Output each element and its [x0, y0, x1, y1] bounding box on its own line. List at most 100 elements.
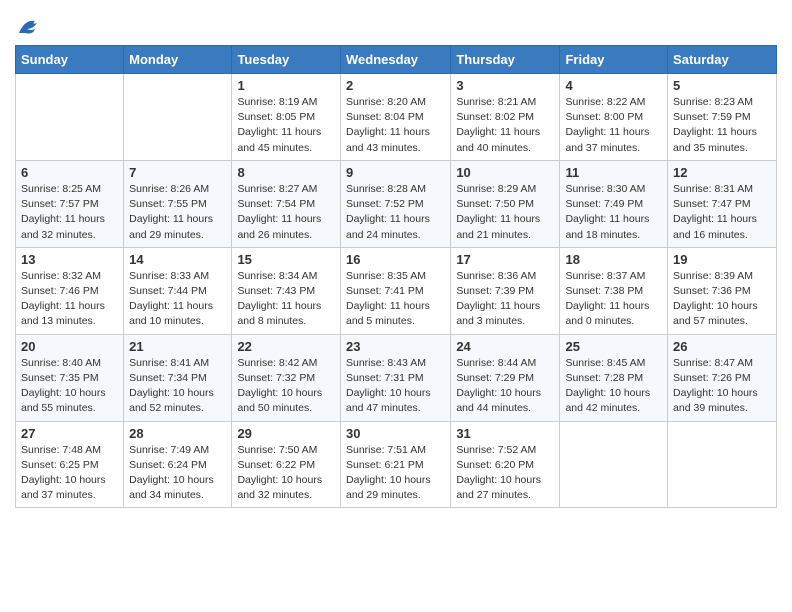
day-number: 31 — [456, 426, 554, 441]
calendar-cell: 2 Sunrise: 8:20 AMSunset: 8:04 PMDaylight… — [340, 74, 450, 161]
calendar-header-thursday: Thursday — [451, 46, 560, 74]
day-info: Sunrise: 8:21 AMSunset: 8:02 PMDaylight:… — [456, 95, 554, 156]
day-info: Sunrise: 8:29 AMSunset: 7:50 PMDaylight:… — [456, 182, 554, 243]
calendar-cell: 7Sunrise: 8:26 AMSunset: 7:55 PMDaylight… — [124, 160, 232, 247]
day-info: Sunrise: 8:20 AMSunset: 8:04 PMDaylight:… — [346, 95, 445, 156]
day-info: Sunrise: 8:25 AMSunset: 7:57 PMDaylight:… — [21, 182, 118, 243]
calendar-cell: 27 Sunrise: 7:48 AMSunset: 6:25 PMDayligh… — [16, 421, 124, 508]
logo — [15, 15, 45, 37]
calendar-header-friday: Friday — [560, 46, 668, 74]
day-number: 27 — [21, 426, 118, 441]
calendar-cell: 3 Sunrise: 8:21 AMSunset: 8:02 PMDaylight… — [451, 74, 560, 161]
calendar-cell: 10 Sunrise: 8:29 AMSunset: 7:50 PMDayligh… — [451, 160, 560, 247]
day-number: 12 — [673, 165, 771, 180]
calendar-header-row: SundayMondayTuesdayWednesdayThursdayFrid… — [16, 46, 777, 74]
day-number: 29 — [237, 426, 335, 441]
calendar-cell — [16, 74, 124, 161]
day-number: 5 — [673, 78, 771, 93]
calendar-cell — [124, 74, 232, 161]
day-number: 6 — [21, 165, 118, 180]
calendar-cell: 20 Sunrise: 8:40 AMSunset: 7:35 PMDayligh… — [16, 334, 124, 421]
day-info: Sunrise: 8:23 AMSunset: 7:59 PMDaylight:… — [673, 95, 771, 156]
day-info: Sunrise: 8:41 AMSunset: 7:34 PMDaylight:… — [129, 356, 226, 417]
day-number: 22 — [237, 339, 335, 354]
calendar-week-3: 13Sunrise: 8:32 AMSunset: 7:46 PMDayligh… — [16, 247, 777, 334]
day-number: 23 — [346, 339, 445, 354]
calendar-cell: 16 Sunrise: 8:35 AMSunset: 7:41 PMDayligh… — [340, 247, 450, 334]
day-number: 15 — [237, 252, 335, 267]
calendar-header-monday: Monday — [124, 46, 232, 74]
day-number: 17 — [456, 252, 554, 267]
calendar-cell: 19 Sunrise: 8:39 AMSunset: 7:36 PMDayligh… — [668, 247, 777, 334]
day-info: Sunrise: 8:42 AMSunset: 7:32 PMDaylight:… — [237, 356, 335, 417]
calendar-cell: 11 Sunrise: 8:30 AMSunset: 7:49 PMDayligh… — [560, 160, 668, 247]
day-info: Sunrise: 8:22 AMSunset: 8:00 PMDaylight:… — [565, 95, 662, 156]
day-info: Sunrise: 8:39 AMSunset: 7:36 PMDaylight:… — [673, 269, 771, 330]
day-number: 18 — [565, 252, 662, 267]
calendar-cell: 17Sunrise: 8:36 AMSunset: 7:39 PMDayligh… — [451, 247, 560, 334]
calendar-header-sunday: Sunday — [16, 46, 124, 74]
calendar-cell: 1 Sunrise: 8:19 AMSunset: 8:05 PMDaylight… — [232, 74, 341, 161]
day-number: 3 — [456, 78, 554, 93]
day-info: Sunrise: 8:19 AMSunset: 8:05 PMDaylight:… — [237, 95, 335, 156]
day-info: Sunrise: 8:27 AMSunset: 7:54 PMDaylight:… — [237, 182, 335, 243]
calendar-cell: 21 Sunrise: 8:41 AMSunset: 7:34 PMDayligh… — [124, 334, 232, 421]
calendar-cell: 4Sunrise: 8:22 AMSunset: 8:00 PMDaylight… — [560, 74, 668, 161]
calendar-cell: 18 Sunrise: 8:37 AMSunset: 7:38 PMDayligh… — [560, 247, 668, 334]
day-number: 24 — [456, 339, 554, 354]
calendar-cell: 24 Sunrise: 8:44 AMSunset: 7:29 PMDayligh… — [451, 334, 560, 421]
day-info: Sunrise: 8:44 AMSunset: 7:29 PMDaylight:… — [456, 356, 554, 417]
day-info: Sunrise: 8:40 AMSunset: 7:35 PMDaylight:… — [21, 356, 118, 417]
day-number: 30 — [346, 426, 445, 441]
day-info: Sunrise: 8:47 AMSunset: 7:26 PMDaylight:… — [673, 356, 771, 417]
calendar-cell: 28 Sunrise: 7:49 AMSunset: 6:24 PMDayligh… — [124, 421, 232, 508]
calendar-cell: 13Sunrise: 8:32 AMSunset: 7:46 PMDayligh… — [16, 247, 124, 334]
calendar-header-tuesday: Tuesday — [232, 46, 341, 74]
day-number: 10 — [456, 165, 554, 180]
day-info: Sunrise: 7:50 AMSunset: 6:22 PMDaylight:… — [237, 443, 335, 504]
calendar-week-1: 1 Sunrise: 8:19 AMSunset: 8:05 PMDaylight… — [16, 74, 777, 161]
day-number: 21 — [129, 339, 226, 354]
calendar-week-5: 27 Sunrise: 7:48 AMSunset: 6:25 PMDayligh… — [16, 421, 777, 508]
calendar-week-2: 6 Sunrise: 8:25 AMSunset: 7:57 PMDaylight… — [16, 160, 777, 247]
day-info: Sunrise: 7:52 AMSunset: 6:20 PMDaylight:… — [456, 443, 554, 504]
calendar-header-wednesday: Wednesday — [340, 46, 450, 74]
day-number: 2 — [346, 78, 445, 93]
day-number: 11 — [565, 165, 662, 180]
logo-text — [15, 15, 45, 37]
calendar-cell: 8 Sunrise: 8:27 AMSunset: 7:54 PMDaylight… — [232, 160, 341, 247]
day-number: 14 — [129, 252, 226, 267]
calendar-cell: 14 Sunrise: 8:33 AMSunset: 7:44 PMDayligh… — [124, 247, 232, 334]
header — [15, 10, 777, 37]
day-number: 8 — [237, 165, 335, 180]
day-info: Sunrise: 7:48 AMSunset: 6:25 PMDaylight:… — [21, 443, 118, 504]
day-number: 16 — [346, 252, 445, 267]
calendar: SundayMondayTuesdayWednesdayThursdayFrid… — [15, 45, 777, 508]
day-number: 28 — [129, 426, 226, 441]
day-number: 26 — [673, 339, 771, 354]
calendar-cell: 26 Sunrise: 8:47 AMSunset: 7:26 PMDayligh… — [668, 334, 777, 421]
day-number: 20 — [21, 339, 118, 354]
calendar-cell — [668, 421, 777, 508]
day-number: 19 — [673, 252, 771, 267]
day-number: 1 — [237, 78, 335, 93]
day-info: Sunrise: 7:49 AMSunset: 6:24 PMDaylight:… — [129, 443, 226, 504]
calendar-cell: 23 Sunrise: 8:43 AMSunset: 7:31 PMDayligh… — [340, 334, 450, 421]
calendar-cell: 31 Sunrise: 7:52 AMSunset: 6:20 PMDayligh… — [451, 421, 560, 508]
calendar-cell — [560, 421, 668, 508]
day-number: 25 — [565, 339, 662, 354]
day-info: Sunrise: 8:34 AMSunset: 7:43 PMDaylight:… — [237, 269, 335, 330]
day-info: Sunrise: 8:31 AMSunset: 7:47 PMDaylight:… — [673, 182, 771, 243]
calendar-cell: 30Sunrise: 7:51 AMSunset: 6:21 PMDayligh… — [340, 421, 450, 508]
day-info: Sunrise: 8:35 AMSunset: 7:41 PMDaylight:… — [346, 269, 445, 330]
calendar-cell: 6 Sunrise: 8:25 AMSunset: 7:57 PMDaylight… — [16, 160, 124, 247]
day-info: Sunrise: 8:33 AMSunset: 7:44 PMDaylight:… — [129, 269, 226, 330]
calendar-cell: 29 Sunrise: 7:50 AMSunset: 6:22 PMDayligh… — [232, 421, 341, 508]
page: SundayMondayTuesdayWednesdayThursdayFrid… — [0, 0, 792, 523]
day-info: Sunrise: 8:37 AMSunset: 7:38 PMDaylight:… — [565, 269, 662, 330]
day-info: Sunrise: 8:43 AMSunset: 7:31 PMDaylight:… — [346, 356, 445, 417]
day-info: Sunrise: 8:26 AMSunset: 7:55 PMDaylight:… — [129, 182, 226, 243]
day-number: 9 — [346, 165, 445, 180]
day-info: Sunrise: 8:28 AMSunset: 7:52 PMDaylight:… — [346, 182, 445, 243]
day-info: Sunrise: 8:30 AMSunset: 7:49 PMDaylight:… — [565, 182, 662, 243]
